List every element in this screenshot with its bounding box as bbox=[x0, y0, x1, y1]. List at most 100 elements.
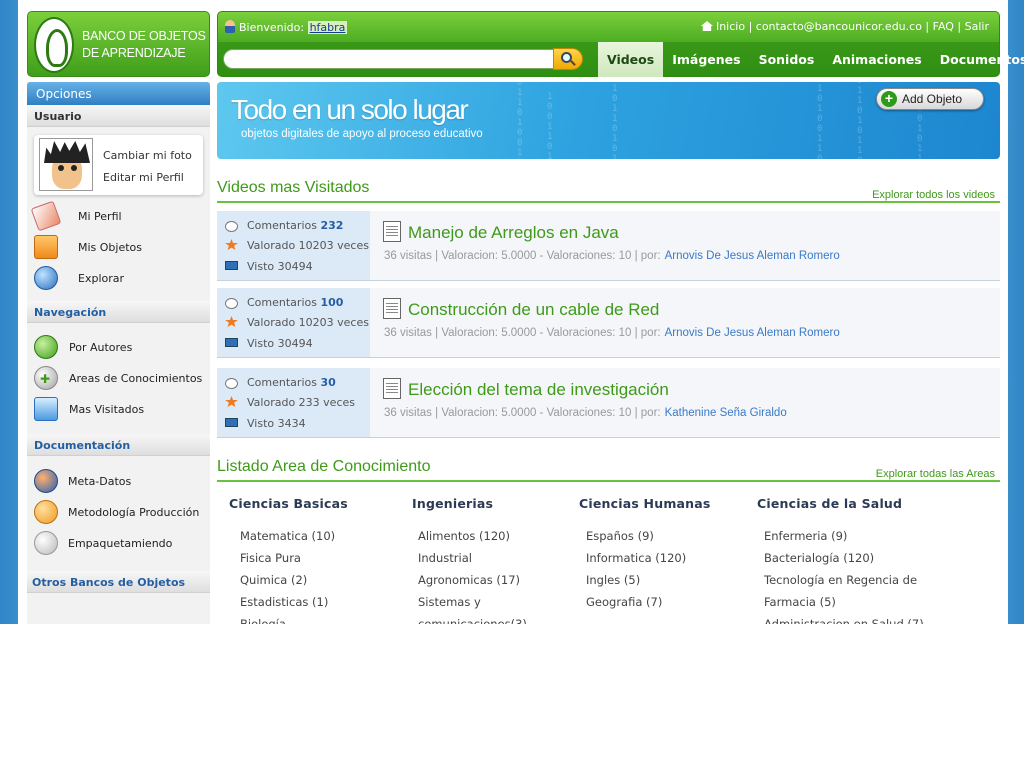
site-logo[interactable]: BANCO DE OBJETOS DE APRENDIZAJE bbox=[27, 11, 210, 77]
author-link[interactable]: Arnovis De Jesus Aleman Romero bbox=[665, 250, 840, 262]
flow-icon bbox=[34, 500, 58, 524]
avatar[interactable] bbox=[39, 138, 93, 191]
video-title-link[interactable]: Manejo de Arreglos en Java bbox=[408, 223, 619, 243]
tab-animaciones[interactable]: Animaciones bbox=[823, 42, 930, 77]
add-object-button[interactable]: + Add Objeto bbox=[876, 88, 984, 110]
area-heading[interactable]: Ciencias de la Salud bbox=[757, 496, 957, 511]
profile-icon bbox=[30, 200, 62, 232]
area-link[interactable]: Tecnología en Regencia de Farmacia (5) bbox=[764, 569, 937, 613]
search-input[interactable] bbox=[223, 49, 559, 69]
plus-icon: + bbox=[881, 91, 897, 107]
logo-text: BANCO DE OBJETOS DE APRENDIZAJE bbox=[82, 28, 206, 62]
video-file-icon bbox=[383, 298, 401, 319]
area-heading[interactable]: Ciencias Humanas bbox=[579, 496, 749, 511]
section-usuario: Usuario bbox=[27, 105, 210, 127]
sidebar-item-mas-visitados[interactable]: Mas Visitados bbox=[27, 394, 210, 425]
area-link[interactable]: Ingles (5) bbox=[586, 569, 749, 591]
section-documentacion: Documentación bbox=[27, 434, 210, 456]
area-link[interactable]: Alimentos (120) bbox=[418, 525, 552, 547]
area-link[interactable]: Enfermeria (9) bbox=[764, 525, 937, 547]
puzzle-icon: ✚ bbox=[34, 366, 58, 390]
sidebar-item-por-autores[interactable]: Por Autores bbox=[27, 332, 210, 363]
sidebar-item-mis-objetos[interactable]: Mis Objetos bbox=[27, 232, 210, 263]
category-tabs: Videos Imágenes Sonidos Animaciones Docu… bbox=[598, 42, 1024, 77]
area-link[interactable]: Informatica (120) bbox=[586, 547, 749, 569]
sidebar-item-empaquetamiento[interactable]: Empaquetamiendo bbox=[27, 528, 210, 559]
video-item: Comentarios 30 Valorado 233 veces Visto … bbox=[217, 368, 1000, 438]
sidebar-item-label: Meta-Datos bbox=[68, 475, 132, 488]
star-icon bbox=[225, 239, 238, 250]
sidebar-item-mi-perfil[interactable]: Mi Perfil bbox=[27, 200, 210, 232]
comments-count: Comentarios 100 bbox=[247, 296, 344, 309]
sidebar-item-label: Metodología Producción bbox=[68, 506, 200, 519]
home-icon[interactable] bbox=[700, 21, 713, 31]
top-links-text[interactable]: Inicio | contacto@bancounicor.edu.co | F… bbox=[716, 20, 989, 33]
search-box bbox=[223, 48, 583, 70]
sidebar-item-label: Explorar bbox=[78, 272, 125, 285]
area-heading[interactable]: Ciencias Basicas bbox=[229, 496, 404, 511]
videos-section-header: Videos mas Visitados Explorar todos los … bbox=[217, 179, 1000, 203]
sidebar-item-explorar[interactable]: Explorar bbox=[27, 263, 210, 294]
user-icon bbox=[225, 20, 235, 33]
area-heading[interactable]: Ingenierias bbox=[412, 496, 567, 511]
video-title-link[interactable]: Construcción de un cable de Red bbox=[408, 300, 659, 320]
change-photo-link[interactable]: Cambiar mi foto bbox=[103, 149, 192, 162]
sidebar-item-label: Empaquetamiendo bbox=[68, 537, 173, 550]
welcome-text: Bienvenido: hfabra bbox=[225, 20, 348, 34]
tab-imagenes[interactable]: Imágenes bbox=[663, 42, 749, 77]
area-link[interactable]: Sistemas y comunicaciones(3) bbox=[418, 591, 533, 624]
area-link[interactable]: Fisica Pura bbox=[240, 547, 404, 569]
banner-subtitle: objetos digitales de apoyo al proceso ed… bbox=[241, 128, 483, 140]
tab-sonidos[interactable]: Sonidos bbox=[750, 42, 824, 77]
area-link[interactable]: Españos (9) bbox=[586, 525, 749, 547]
sidebar-item-meta-datos[interactable]: Meta-Datos bbox=[27, 466, 210, 497]
edit-profile-link[interactable]: Editar mi Perfil bbox=[103, 171, 184, 184]
area-link[interactable]: Agronomicas (17) bbox=[418, 569, 552, 591]
section-navegacion: Navegación bbox=[27, 301, 210, 323]
area-list: Enfermeria (9) Bacterialogía (120) Tecno… bbox=[757, 525, 937, 624]
video-meta: 36 visitas | Valoracion: 5.0000 - Valora… bbox=[384, 327, 840, 339]
tab-documentos[interactable]: Documentos bbox=[931, 42, 1024, 77]
area-link[interactable]: Quimica (2) bbox=[240, 569, 404, 591]
monitor-icon bbox=[34, 469, 58, 493]
logo-line-2: DE APRENDIZAJE bbox=[82, 46, 186, 60]
logo-line-1: BANCO DE OBJETOS bbox=[82, 29, 206, 43]
top-links[interactable]: Inicio | contacto@bancounicor.edu.co | F… bbox=[700, 20, 989, 33]
area-link[interactable]: Industrial bbox=[418, 547, 552, 569]
explore-videos-link[interactable]: Explorar todos los videos bbox=[872, 189, 995, 201]
explore-areas-link[interactable]: Explorar todas las Areas bbox=[876, 468, 995, 480]
area-column-ciencias-salud: Ciencias de la Salud Enfermeria (9) Bact… bbox=[757, 496, 957, 624]
author-link[interactable]: Arnovis De Jesus Aleman Romero bbox=[665, 327, 840, 339]
box-icon bbox=[34, 235, 58, 259]
username-link[interactable]: hfabra bbox=[307, 21, 348, 34]
author-link[interactable]: Kathenine Seña Giraldo bbox=[665, 407, 787, 419]
area-column-ciencias-basicas: Ciencias Basicas Matematica (10) Fisica … bbox=[229, 496, 404, 624]
video-stats: Comentarios 100 Valorado 10203 veces Vis… bbox=[217, 288, 370, 357]
star-icon bbox=[225, 316, 238, 327]
area-link[interactable]: Biología bbox=[240, 613, 404, 624]
comment-icon bbox=[225, 221, 238, 232]
video-title-link[interactable]: Elección del tema de investigación bbox=[408, 380, 669, 400]
area-link[interactable]: Matematica (10) bbox=[240, 525, 404, 547]
area-link[interactable]: Bacterialogía (120) bbox=[764, 547, 937, 569]
monitor-icon bbox=[225, 338, 238, 347]
video-item: Comentarios 100 Valorado 10203 veces Vis… bbox=[217, 288, 1000, 358]
search-button[interactable] bbox=[553, 48, 583, 70]
area-link[interactable]: Administracion en Salud (7) bbox=[764, 613, 937, 624]
area-link[interactable]: Geografia (7) bbox=[586, 591, 749, 613]
area-list: Alimentos (120) Industrial Agronomicas (… bbox=[412, 525, 552, 624]
video-file-icon bbox=[383, 221, 401, 242]
banner-title: Todo en un solo lugar bbox=[231, 94, 469, 125]
views-count: Visto 30494 bbox=[247, 260, 313, 273]
sidebar-item-areas[interactable]: ✚ Areas de Conocimientos bbox=[27, 363, 210, 394]
area-list: Españos (9) Informatica (120) Ingles (5)… bbox=[579, 525, 749, 613]
rating-count: Valorado 10203 veces bbox=[247, 316, 369, 329]
section-otros-bancos[interactable]: Otros Bancos de Objetos bbox=[27, 571, 210, 593]
area-link[interactable]: Estadisticas (1) bbox=[240, 591, 404, 613]
tab-videos[interactable]: Videos bbox=[598, 42, 664, 77]
sidebar-item-metodologia[interactable]: Metodología Producción bbox=[27, 497, 210, 528]
section-title: Videos mas Visitados bbox=[217, 179, 370, 196]
sidebar-item-label: Areas de Conocimientos bbox=[69, 372, 203, 385]
user-card: Cambiar mi foto Editar mi Perfil bbox=[34, 135, 203, 195]
areas-section-header: Listado Area de Conocimiento Explorar to… bbox=[217, 458, 1000, 482]
